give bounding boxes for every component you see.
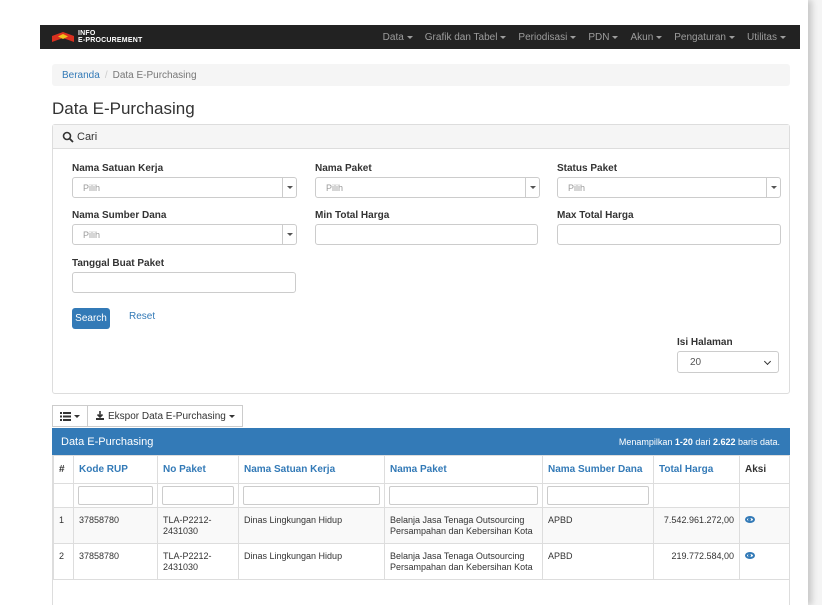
grid-title: Data E-Purchasing bbox=[61, 435, 154, 448]
grid-header: Data E-Purchasing Menampilkan 1-20 dari … bbox=[52, 428, 790, 455]
caret-down-icon bbox=[228, 414, 235, 418]
filter-satuan-kerja-input[interactable] bbox=[243, 486, 380, 505]
chevron-down-icon bbox=[763, 357, 772, 366]
breadcrumb: Beranda / Data E-Purchasing bbox=[52, 64, 790, 86]
breadcrumb-separator: / bbox=[104, 69, 108, 81]
table-header-row: # Kode RUP No Paket Nama Satuan Kerja Na… bbox=[53, 455, 790, 484]
filter-nama-paket-input[interactable] bbox=[389, 486, 538, 505]
search-panel: Cari Nama Satuan Kerja Pilih Nama Paket … bbox=[52, 124, 790, 394]
page-size-label: Isi Halaman bbox=[677, 337, 733, 348]
col-header-aksi: Aksi bbox=[739, 455, 790, 484]
table-filter-row bbox=[53, 483, 790, 508]
col-header-no-paket[interactable]: No Paket bbox=[157, 455, 239, 484]
list-icon bbox=[60, 411, 71, 421]
tanggal-label: Tanggal Buat Paket bbox=[72, 258, 165, 269]
brand-text: INFO E-PROCUREMENT bbox=[78, 30, 143, 44]
page-title: Data E-Purchasing bbox=[52, 99, 195, 118]
breadcrumb-current: Data E-Purchasing bbox=[112, 69, 197, 81]
sumber-dana-label: Nama Sumber Dana bbox=[72, 210, 167, 221]
max-harga-label: Max Total Harga bbox=[557, 210, 634, 221]
col-header-kode-rup[interactable]: Kode RUP bbox=[73, 455, 158, 484]
breadcrumb-home-link[interactable]: Beranda bbox=[62, 70, 100, 81]
page-size-select[interactable]: 20 bbox=[677, 351, 779, 373]
filter-no-paket-input[interactable] bbox=[162, 486, 234, 505]
min-harga-label: Min Total Harga bbox=[315, 210, 390, 221]
top-navbar: INFO E-PROCUREMENT Data Grafik dan Tabel… bbox=[40, 25, 800, 49]
caret-down-icon bbox=[780, 35, 786, 39]
grid-toolbar: Ekspor Data E-Purchasing bbox=[52, 405, 243, 427]
col-header-sumber-dana[interactable]: Nama Sumber Dana bbox=[542, 455, 654, 484]
grid-summary: Menampilkan 1-20 dari 2.622 baris data. bbox=[618, 436, 780, 447]
export-label: Ekspor Data E-Purchasing bbox=[108, 410, 226, 422]
caret-down-icon bbox=[656, 35, 663, 39]
caret-down-icon bbox=[406, 35, 413, 39]
dropdown-arrow-icon bbox=[282, 225, 296, 244]
column-toggle-button[interactable] bbox=[52, 405, 88, 427]
nama-paket-label: Nama Paket bbox=[315, 163, 372, 174]
table-row: 1 37858780 TLA-P2212-2431030 Dinas Lingk… bbox=[53, 507, 790, 544]
caret-down-icon bbox=[74, 414, 80, 418]
app-frame: INFO E-PROCUREMENT Data Grafik dan Tabel… bbox=[0, 0, 808, 605]
status-paket-select[interactable]: Pilih bbox=[557, 177, 781, 198]
filter-sumber-dana-input[interactable] bbox=[547, 486, 649, 505]
data-table: # Kode RUP No Paket Nama Satuan Kerja Na… bbox=[53, 455, 790, 580]
col-header-no: # bbox=[53, 455, 74, 484]
nama-paket-select[interactable]: Pilih bbox=[315, 177, 540, 198]
export-button[interactable]: Ekspor Data E-Purchasing bbox=[88, 405, 243, 427]
caret-down-icon bbox=[500, 35, 507, 39]
nav-item-akun[interactable]: Akun bbox=[624, 32, 668, 43]
logo-icon bbox=[52, 30, 74, 44]
status-paket-label: Status Paket bbox=[557, 163, 618, 174]
search-panel-header[interactable]: Cari bbox=[53, 125, 789, 149]
nav-item-pdn[interactable]: PDN bbox=[582, 32, 624, 43]
search-icon bbox=[62, 131, 74, 143]
view-eye-icon[interactable] bbox=[745, 552, 755, 559]
nav-item-pengaturan[interactable]: Pengaturan bbox=[668, 32, 741, 43]
max-harga-input[interactable] bbox=[557, 224, 781, 245]
caret-down-icon bbox=[728, 35, 735, 39]
search-panel-title: Cari bbox=[77, 130, 98, 143]
nav-item-data[interactable]: Data bbox=[377, 32, 419, 43]
export-icon bbox=[96, 411, 104, 420]
caret-down-icon bbox=[570, 35, 577, 39]
caret-down-icon bbox=[612, 35, 619, 39]
nav-item-grafik[interactable]: Grafik dan Tabel bbox=[419, 32, 513, 43]
search-button[interactable]: Search bbox=[72, 308, 110, 329]
filter-kode-rup-input[interactable] bbox=[78, 486, 153, 505]
reset-link[interactable]: Reset bbox=[129, 311, 155, 322]
sumber-dana-select[interactable]: Pilih bbox=[72, 224, 297, 245]
satuan-kerja-select[interactable]: Pilih bbox=[72, 177, 297, 198]
nav-item-utilitas[interactable]: Utilitas bbox=[741, 32, 792, 43]
nav-item-periodisasi[interactable]: Periodisasi bbox=[512, 32, 582, 43]
tanggal-input[interactable] bbox=[72, 272, 296, 293]
dropdown-arrow-icon bbox=[282, 178, 296, 197]
nav-menu: Data Grafik dan Tabel Periodisasi PDN Ak… bbox=[377, 32, 792, 43]
view-eye-icon[interactable] bbox=[745, 516, 755, 523]
dropdown-arrow-icon bbox=[766, 178, 780, 197]
satuan-kerja-label: Nama Satuan Kerja bbox=[72, 163, 164, 174]
dropdown-arrow-icon bbox=[525, 178, 539, 197]
data-table-container: # Kode RUP No Paket Nama Satuan Kerja Na… bbox=[52, 455, 790, 605]
min-harga-input[interactable] bbox=[315, 224, 538, 245]
table-row: 2 37858780 TLA-P2212-2431030 Dinas Lingk… bbox=[53, 543, 790, 580]
col-header-satuan-kerja[interactable]: Nama Satuan Kerja bbox=[238, 455, 385, 484]
col-header-nama-paket[interactable]: Nama Paket bbox=[384, 455, 543, 484]
brand-logo[interactable]: INFO E-PROCUREMENT bbox=[52, 30, 142, 44]
col-header-total-harga[interactable]: Total Harga bbox=[653, 455, 740, 484]
